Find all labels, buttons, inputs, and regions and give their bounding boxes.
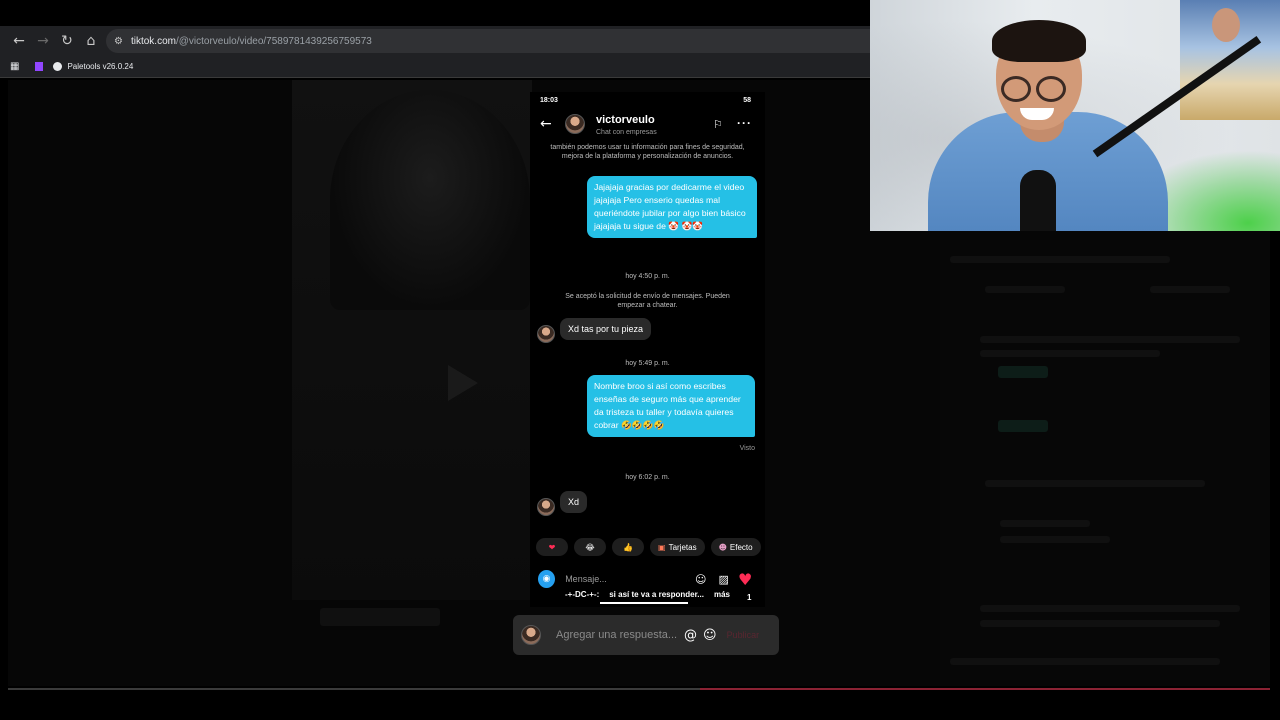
apps-icon[interactable]: ▦: [10, 61, 19, 72]
received-message: Xd tas por tu pieza: [560, 318, 652, 340]
site-settings-icon[interactable]: ⚙: [114, 36, 123, 47]
sent-message: Nombre broo si así como escribes enseñas…: [587, 375, 755, 437]
privacy-notice: también podemos usar tu información para…: [550, 144, 745, 160]
caption-text: si así te va a responder...: [609, 590, 704, 599]
dim-line: [980, 350, 1160, 357]
dim-line: [1150, 286, 1230, 293]
cards-label: Tarjetas: [668, 542, 697, 552]
reload-icon[interactable]: ↻: [55, 29, 79, 53]
sent-message: Jajajaja gracias por dedicarme el video …: [587, 176, 757, 238]
video-progress-fill: [700, 688, 1270, 690]
status-battery: 58: [743, 97, 751, 104]
timestamp: hoy 6:02 p. m.: [625, 474, 670, 481]
forward-icon[interactable]: →: [31, 29, 55, 53]
avatar: [537, 325, 555, 343]
camera-icon[interactable]: ◉: [538, 570, 556, 588]
dim-line: [980, 336, 1240, 343]
address-bar[interactable]: ⚙ tiktok.com/@victorveulo/video/75897814…: [106, 29, 870, 53]
dim-line: [1000, 536, 1110, 543]
quick-reactions: ❤ 😂 👍 ▣ Tarjetas ☻ Efecto: [536, 538, 761, 560]
mention-icon[interactable]: @: [684, 628, 697, 643]
dim-line: [1000, 520, 1090, 527]
message-placeholder: Mensaje...: [565, 574, 607, 584]
dim-line: [320, 608, 440, 626]
cards-icon: ▣: [658, 542, 666, 552]
dim-green: [998, 366, 1048, 378]
laugh-reaction[interactable]: 😂: [574, 538, 606, 556]
reply-input-bar[interactable]: Agregar una respuesta... @ ☺ Publicar: [513, 615, 779, 655]
glasses-left: [1001, 76, 1031, 102]
effects-chip[interactable]: ☻ Efecto: [710, 538, 761, 556]
poster-figure: [1212, 8, 1240, 42]
avatar[interactable]: [565, 114, 585, 134]
post-button[interactable]: Publicar: [727, 630, 760, 640]
twitch-icon[interactable]: [35, 62, 44, 71]
dim-line: [980, 620, 1220, 627]
back-arrow-icon[interactable]: ←: [540, 116, 552, 132]
timestamp: hoy 4:50 p. m.: [625, 273, 670, 280]
streamer-hair: [992, 20, 1086, 62]
reply-placeholder[interactable]: Agregar una respuesta...: [556, 629, 681, 641]
caption-more-link[interactable]: más: [714, 590, 730, 599]
dim-line: [950, 256, 1170, 263]
bookmarks-bar: ▦ Paletools v26.0.24: [0, 56, 870, 78]
browser-toolbar: ← → ↻ ⌂ ⚙ tiktok.com/@victorveulo/video/…: [0, 26, 870, 56]
timestamp: hoy 5:49 p. m.: [625, 360, 670, 367]
dim-line: [985, 480, 1205, 487]
system-message: Se aceptó la solicitud de envío de mensa…: [565, 293, 730, 309]
comments-panel-dimmed: [940, 240, 1270, 680]
image-icon[interactable]: ▨: [712, 573, 735, 586]
video-person-silhouette: [330, 90, 530, 310]
sticker-icon[interactable]: ☺: [689, 573, 712, 586]
message-input[interactable]: ◉ Mensaje... ☺ ▨ ♪: [538, 568, 758, 590]
dim-line: [950, 658, 1220, 665]
avatar: [537, 498, 555, 516]
seen-indicator: Visto: [739, 445, 755, 452]
glasses-right: [1036, 76, 1066, 102]
dim-line: [980, 605, 1240, 612]
caption-user[interactable]: -+-DC-+-:: [565, 590, 599, 599]
play-icon: [448, 365, 478, 401]
chat-contact-subtitle: Chat con empresas: [596, 129, 657, 136]
home-icon[interactable]: ⌂: [79, 29, 103, 53]
phone-screenshot: 18:03 58 ← victorveulo Chat con empresas…: [530, 92, 765, 607]
thumbs-up-reaction[interactable]: 👍: [612, 538, 644, 556]
microphone: [1020, 170, 1056, 231]
received-message: Xd: [560, 491, 588, 513]
dim-green: [998, 420, 1048, 432]
report-flag-icon[interactable]: ⚐: [713, 118, 723, 131]
url-host: tiktok.com: [130, 35, 176, 47]
webcam-feed: [870, 0, 1280, 231]
like-heart-icon[interactable]: ♥: [738, 570, 752, 589]
url-path: /@victorveulo/video/7589781439256759573: [175, 35, 372, 47]
effects-icon: ☻: [718, 542, 727, 552]
bookmark-paletools[interactable]: Paletools v26.0.24: [67, 62, 133, 71]
emoji-icon[interactable]: ☺: [703, 628, 717, 643]
video-caption: -+-DC-+-: si así te va a responder... má…: [530, 590, 765, 599]
more-options-icon[interactable]: ···: [737, 116, 752, 130]
caption-progress: [600, 602, 688, 604]
heart-reaction[interactable]: ❤: [536, 538, 568, 556]
back-icon[interactable]: ←: [7, 29, 31, 53]
globe-icon: [53, 62, 63, 71]
cards-chip[interactable]: ▣ Tarjetas: [650, 538, 705, 556]
screen: ← → ↻ ⌂ ⚙ tiktok.com/@victorveulo/video/…: [0, 0, 1280, 720]
effects-label: Efecto: [729, 542, 753, 552]
status-time: 18:03: [540, 97, 558, 104]
dim-line: [985, 286, 1065, 293]
avatar: [521, 625, 541, 645]
chat-contact-name[interactable]: victorveulo: [596, 114, 655, 126]
